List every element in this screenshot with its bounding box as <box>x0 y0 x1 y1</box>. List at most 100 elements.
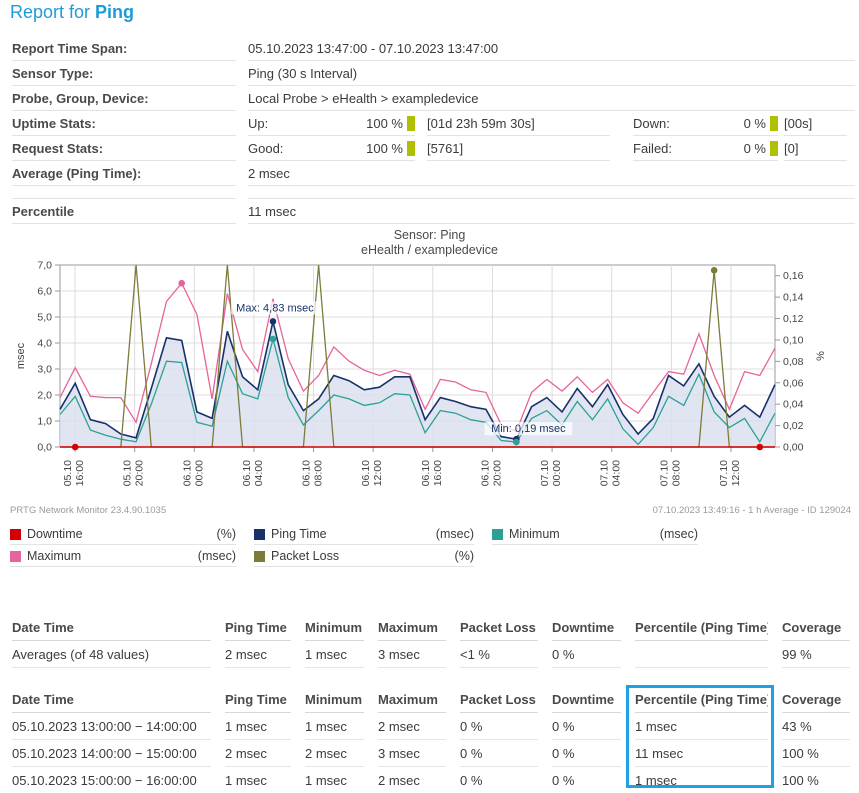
table-cell: 100 % <box>782 767 850 793</box>
data-point-dot-maximum <box>178 280 185 287</box>
legend-label: Packet Loss <box>271 549 339 563</box>
row-uptime-stats: Uptime Stats: Up: 100 % [01d 23h 59m 30s… <box>0 111 859 136</box>
uptime-up-cell: Up: 100 % <box>248 116 415 136</box>
downtime-swatch-icon <box>10 529 21 540</box>
table-cell: 11 msec <box>635 740 768 767</box>
table-cell: 2 msec <box>225 641 291 668</box>
table-cell: 0 % <box>552 767 621 793</box>
packet-loss-swatch-icon <box>254 551 265 562</box>
table-cell: 1 msec <box>635 767 768 793</box>
data-point-dot-minimum <box>513 439 520 446</box>
data-point-dot-packet_loss <box>711 267 718 274</box>
data-point-dot-ping <box>270 318 277 325</box>
chart-title: Sensor: Ping eHealth / exampledevice <box>0 228 859 258</box>
down-status-bar <box>770 116 778 131</box>
column-header: Packet Loss <box>460 612 538 641</box>
table-cell: 0 % <box>460 713 538 740</box>
table-cell: 1 msec <box>635 713 768 740</box>
column-header: Minimum <box>305 612 364 641</box>
table-row: 05.10.2023 15:00:00 − 16:00:001 msec1 ms… <box>12 767 859 793</box>
y-right-tick-label: 0,14 <box>783 292 804 304</box>
x-tick-time: 20:00 <box>134 460 146 486</box>
legend-label: Maximum <box>27 549 81 563</box>
x-tick-date: 06.10 <box>420 460 432 486</box>
legend-label: Downtime <box>27 527 83 541</box>
row-label: Report Time Span: <box>12 41 236 61</box>
legend-item-downtime: Downtime (%) <box>10 527 236 545</box>
x-tick-date: 07.10 <box>718 460 730 486</box>
failed-count: [0] <box>784 141 847 161</box>
table-cell: 1 msec <box>225 713 291 740</box>
table-cell: Averages (of 48 values) <box>12 641 211 668</box>
hourly-table: Date TimePing TimeMinimumMaximumPacket L… <box>0 684 859 793</box>
down-duration: [00s] <box>784 116 847 136</box>
x-tick-date: 06.10 <box>181 460 193 486</box>
row-label: Request Stats: <box>12 141 236 161</box>
x-tick-time: 00:00 <box>193 460 205 486</box>
table-cell: 0 % <box>552 713 621 740</box>
request-failed-cell: Failed: 0 % <box>633 141 778 161</box>
table-cell: 2 msec <box>305 740 364 767</box>
y-right-tick-label: 0,16 <box>783 270 804 282</box>
row-spacer <box>0 186 859 199</box>
y-right-tick-label: 0,02 <box>783 420 804 432</box>
row-percentile: Percentile 11 msec <box>0 199 859 224</box>
down-label: Down: <box>633 116 670 131</box>
data-point-dot-downtime <box>756 444 763 451</box>
chart-legend: Downtime (%) Ping Time (msec) Minimum (m… <box>10 527 710 567</box>
failed-status-bar <box>770 141 778 156</box>
uptime-down-cell: Down: 0 % <box>633 116 778 136</box>
ping-chart: 05.1016:0005.1020:0006.1000:0006.1004:00… <box>0 255 859 505</box>
row-label: Probe, Group, Device: <box>12 91 236 111</box>
annotation-label: Min: 0,19 msec <box>491 423 566 435</box>
row-label: Uptime Stats: <box>12 116 236 136</box>
column-header: Maximum <box>378 684 446 713</box>
table-cell: 05.10.2023 15:00:00 − 16:00:00 <box>12 767 211 793</box>
maximum-swatch-icon <box>10 551 21 562</box>
row-request-stats: Request Stats: Good: 100 % [5761] Failed… <box>0 136 859 161</box>
down-percent: 0 % <box>744 116 766 131</box>
table-cell: 99 % <box>782 641 850 668</box>
column-header: Percentile (Ping Time) <box>635 684 768 713</box>
chart-footer-version: PRTG Network Monitor 23.4.90.1035 <box>10 505 166 516</box>
x-tick-date: 07.10 <box>658 460 670 486</box>
request-good-cell: Good: 100 % <box>248 141 415 161</box>
row-value: 2 msec <box>248 166 855 186</box>
legend-unit: (%) <box>455 549 474 563</box>
table-cell: 1 msec <box>305 713 364 740</box>
y-left-tick-label: 4,0 <box>37 338 52 350</box>
x-tick-time: 20:00 <box>491 460 503 486</box>
legend-item-maximum: Maximum (msec) <box>10 549 236 567</box>
good-status-bar <box>407 141 415 156</box>
x-tick-date: 07.10 <box>599 460 611 486</box>
table-cell: 0 % <box>460 740 538 767</box>
page-title: Report for Ping <box>10 2 134 23</box>
row-value: 05.10.2023 13:47:00 - 07.10.2023 13:47:0… <box>248 41 855 61</box>
y-left-tick-label: 6,0 <box>37 286 52 298</box>
annotation-label: Max: 4,83 msec <box>236 302 314 314</box>
x-tick-time: 08:00 <box>313 460 325 486</box>
column-header: Coverage <box>782 612 850 641</box>
legend-unit: (%) <box>217 527 236 541</box>
legend-unit: (msec) <box>660 527 698 541</box>
x-tick-time: 16:00 <box>432 460 444 486</box>
table-cell: 2 msec <box>378 713 446 740</box>
table-row: 05.10.2023 14:00:00 − 15:00:002 msec2 ms… <box>12 740 859 767</box>
x-tick-date: 06.10 <box>301 460 313 486</box>
y-left-tick-label: 2,0 <box>37 390 52 402</box>
x-tick-date: 05.10 <box>62 460 74 486</box>
x-tick-date: 05.10 <box>122 460 134 486</box>
column-header: Minimum <box>305 684 364 713</box>
legend-item-ping-time: Ping Time (msec) <box>254 527 474 545</box>
column-header: Coverage <box>782 684 850 713</box>
table-cell: 05.10.2023 13:00:00 − 14:00:00 <box>12 713 211 740</box>
ping-time-swatch-icon <box>254 529 265 540</box>
y-right-tick-label: 0,12 <box>783 313 804 325</box>
failed-percent: 0 % <box>744 141 766 156</box>
column-header: Percentile (Ping Time) <box>635 612 768 641</box>
table-cell: 3 msec <box>378 740 446 767</box>
minimum-swatch-icon <box>492 529 503 540</box>
table-cell: 0 % <box>552 641 621 668</box>
good-count: [5761] <box>427 141 610 161</box>
table-cell <box>635 641 768 668</box>
